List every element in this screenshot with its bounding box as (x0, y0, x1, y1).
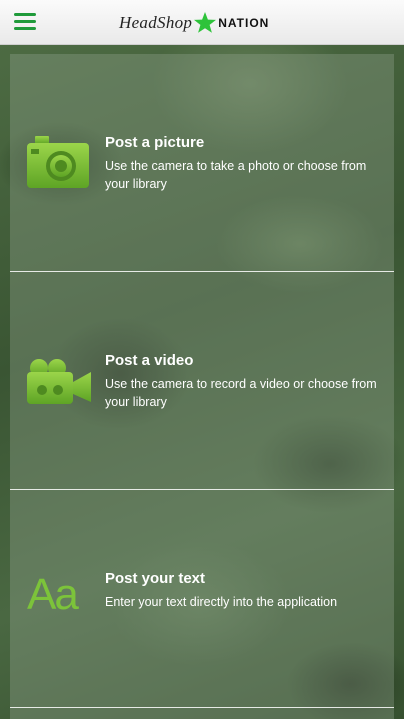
logo-text-right: NATION (218, 16, 270, 30)
camera-icon (27, 136, 89, 188)
hamburger-menu-icon[interactable] (14, 13, 36, 31)
star-icon (194, 12, 217, 33)
app-header: HeadShop NATION (0, 0, 404, 45)
post-text-option[interactable]: Aa Post your text Enter your text direct… (10, 490, 394, 708)
post-options-panel: Post a picture Use the camera to take a … (10, 54, 394, 719)
post-picture-option[interactable]: Post a picture Use the camera to take a … (10, 54, 394, 272)
post-picture-title: Post a picture (105, 134, 205, 151)
post-video-title: Post a video (105, 352, 194, 369)
post-video-option[interactable]: Post a video Use the camera to record a … (10, 272, 394, 490)
logo-text-left: HeadShop (119, 13, 193, 32)
post-text-description: Enter your text directly into the applic… (105, 595, 338, 609)
video-camera-icon (27, 359, 91, 404)
text-icon: Aa (27, 570, 79, 619)
post-picture-description: Use the camera to take a photo or choose… (105, 159, 367, 191)
post-video-description: Use the camera to record a video or choo… (105, 377, 377, 409)
app-logo: HeadShop NATION (119, 11, 269, 35)
post-text-title: Post your text (105, 570, 206, 587)
